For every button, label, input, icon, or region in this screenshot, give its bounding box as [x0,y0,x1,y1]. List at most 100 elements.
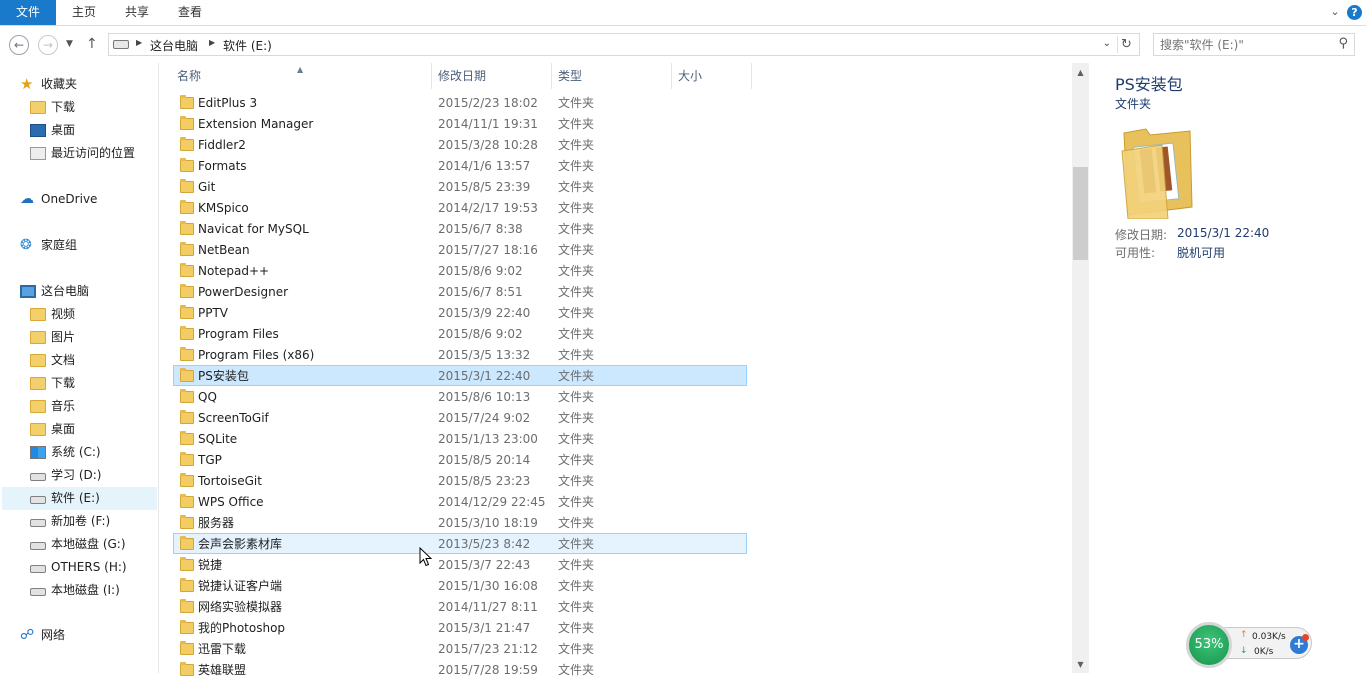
file-row[interactable]: NetBean 2015/7/27 18:16 文件夹 [173,239,747,260]
file-type: 文件夹 [558,621,595,635]
folder-icon [180,263,194,277]
file-type: 文件夹 [558,96,595,110]
file-row[interactable]: 锐捷认证客户端 2015/1/30 16:08 文件夹 [173,575,747,596]
folder-icon [180,620,194,634]
file-row[interactable]: ScreenToGif 2015/7/24 9:02 文件夹 [173,407,747,428]
folder-icon [180,326,194,340]
file-modified-date: 2015/3/9 22:40 [438,306,531,320]
up-button[interactable]: ↑ [86,36,98,52]
file-row[interactable]: WPS Office 2014/12/29 22:45 文件夹 [173,491,747,512]
file-name: 锐捷 [198,558,223,572]
forward-button[interactable]: → [38,35,58,55]
address-bar[interactable]: ▶ 这台电脑 ▶ 软件 (E:) ⌄ ↻ [108,33,1140,56]
column-header-size[interactable]: 大小 [672,63,752,89]
file-name: Fiddler2 [198,138,246,152]
file-row[interactable]: PowerDesigner 2015/6/7 8:51 文件夹 [173,281,747,302]
nav-label: 最近访问的位置 [51,146,136,160]
refresh-icon[interactable]: ↻ [1117,36,1135,53]
ribbon: 文件 主页 共享 查看 ⌄ ? [0,0,1366,26]
file-row[interactable]: Formats 2014/1/6 13:57 文件夹 [173,155,747,176]
computer-icon [20,285,36,298]
file-type: 文件夹 [558,495,595,509]
file-row[interactable]: 锐捷 2015/3/7 22:43 文件夹 [173,554,747,575]
scroll-up-icon[interactable]: ▲ [1072,65,1089,81]
file-row[interactable]: KMSpico 2014/2/17 19:53 文件夹 [173,197,747,218]
usage-percent-circle[interactable]: 53% [1186,622,1232,668]
nav-item-drive-e[interactable]: 软件 (E:) [2,487,157,510]
drive-icon [30,519,46,527]
file-row[interactable]: Program Files (x86) 2015/3/5 13:32 文件夹 [173,344,747,365]
file-row[interactable]: Fiddler2 2015/3/28 10:28 文件夹 [173,134,747,155]
file-modified-date: 2015/8/5 23:39 [438,180,531,194]
file-row[interactable]: PPTV 2015/3/9 22:40 文件夹 [173,302,747,323]
search-box[interactable]: ⚲ [1153,33,1355,56]
file-type: 文件夹 [558,201,595,215]
pictures-folder-icon [30,331,46,344]
column-header-name[interactable]: ▲ 名称 [159,63,432,89]
file-modified-date: 2014/11/1 19:31 [438,117,538,131]
tab-share[interactable]: 共享 [122,0,152,25]
file-row[interactable]: Git 2015/8/5 23:39 文件夹 [173,176,747,197]
folder-icon [180,242,194,256]
search-input[interactable] [1160,36,1330,53]
file-row[interactable]: 英雄联盟 2015/7/28 19:59 文件夹 [173,659,747,680]
file-row[interactable]: SQLite 2015/1/13 23:00 文件夹 [173,428,747,449]
file-row[interactable]: Extension Manager 2014/11/1 19:31 文件夹 [173,113,747,134]
mouse-cursor-icon [419,547,433,567]
file-row[interactable]: 网络实验模拟器 2014/11/27 8:11 文件夹 [173,596,747,617]
availability-value: 脱机可用 [1177,246,1226,260]
file-row[interactable]: EditPlus 3 2015/2/23 18:02 文件夹 [173,92,747,113]
file-modified-date: 2015/7/23 21:12 [438,642,538,656]
file-modified-date: 2015/8/5 20:14 [438,453,531,467]
file-row[interactable]: Navicat for MySQL 2015/6/7 8:38 文件夹 [173,218,747,239]
nav-label: 视频 [51,307,76,321]
expand-ribbon-chevron-icon[interactable]: ⌄ [1328,5,1342,19]
file-type: 文件夹 [558,306,595,320]
help-icon[interactable]: ? [1347,5,1362,20]
breadcrumb-this-pc[interactable]: 这台电脑 [150,37,198,54]
network-speed-widget[interactable]: 53% ↑ 0.03K/s ↓ 0K/s + [1186,622,1314,668]
scroll-down-icon[interactable]: ▼ [1072,657,1089,673]
file-type: 文件夹 [558,264,595,278]
file-row[interactable]: 服务器 2015/3/10 18:19 文件夹 [173,512,747,533]
details-pane: PS安装包 文件夹 修改日期: 2015/3/1 22:40 可用性: 脱机可用 [1100,63,1366,673]
nav-label: 桌面 [51,422,76,436]
file-name: PPTV [198,306,229,320]
file-list: ▲ 名称 修改日期 类型 大小 EditPlus 3 2015/2/23 18:0… [159,63,1072,677]
file-row[interactable]: TGP 2015/8/5 20:14 文件夹 [173,449,747,470]
search-icon[interactable]: ⚲ [1338,36,1348,51]
tab-view[interactable]: 查看 [175,0,205,25]
file-name: Extension Manager [198,117,314,131]
breadcrumb-separator-icon[interactable]: ▶ [136,38,142,47]
file-modified-date: 2015/6/7 8:38 [438,222,523,236]
file-modified-date: 2015/3/1 21:47 [438,621,531,635]
file-row[interactable]: QQ 2015/8/6 10:13 文件夹 [173,386,747,407]
column-header-date[interactable]: 修改日期 [432,63,552,89]
recent-locations-chevron-icon[interactable]: ▼ [66,39,73,49]
scrollbar-thumb[interactable] [1073,167,1088,260]
file-modified-date: 2015/8/6 10:13 [438,390,531,404]
nav-label: 下载 [51,376,76,390]
column-header-type[interactable]: 类型 [552,63,672,89]
file-row[interactable]: TortoiseGit 2015/8/5 23:23 文件夹 [173,470,747,491]
file-row[interactable]: 迅雷下载 2015/7/23 21:12 文件夹 [173,638,747,659]
breadcrumb-drive-e[interactable]: 软件 (E:) [223,37,272,54]
folder-icon [180,452,194,466]
file-row[interactable]: 会声会影素材库 2013/5/23 8:42 文件夹 [173,533,747,554]
file-row[interactable]: Program Files 2015/8/6 9:02 文件夹 [173,323,747,344]
file-row[interactable]: 我的Photoshop 2015/3/1 21:47 文件夹 [173,617,747,638]
file-name: Navicat for MySQL [198,222,309,236]
drive-icon [30,473,46,481]
folder-icon [180,431,194,445]
file-row[interactable]: Notepad++ 2015/8/6 9:02 文件夹 [173,260,747,281]
file-type: 文件夹 [558,138,595,152]
vertical-scrollbar[interactable]: ▲ ▼ [1072,63,1089,673]
address-dropdown-chevron-icon[interactable]: ⌄ [1103,38,1111,49]
tab-home[interactable]: 主页 [69,0,99,25]
file-modified-date: 2015/7/28 19:59 [438,663,538,677]
file-tab[interactable]: 文件 [0,0,56,25]
back-button[interactable]: ← [9,35,29,55]
breadcrumb-separator-icon[interactable]: ▶ [209,38,215,47]
file-modified-date: 2015/1/30 16:08 [438,579,538,593]
file-row[interactable]: PS安装包 2015/3/1 22:40 文件夹 [173,365,747,386]
